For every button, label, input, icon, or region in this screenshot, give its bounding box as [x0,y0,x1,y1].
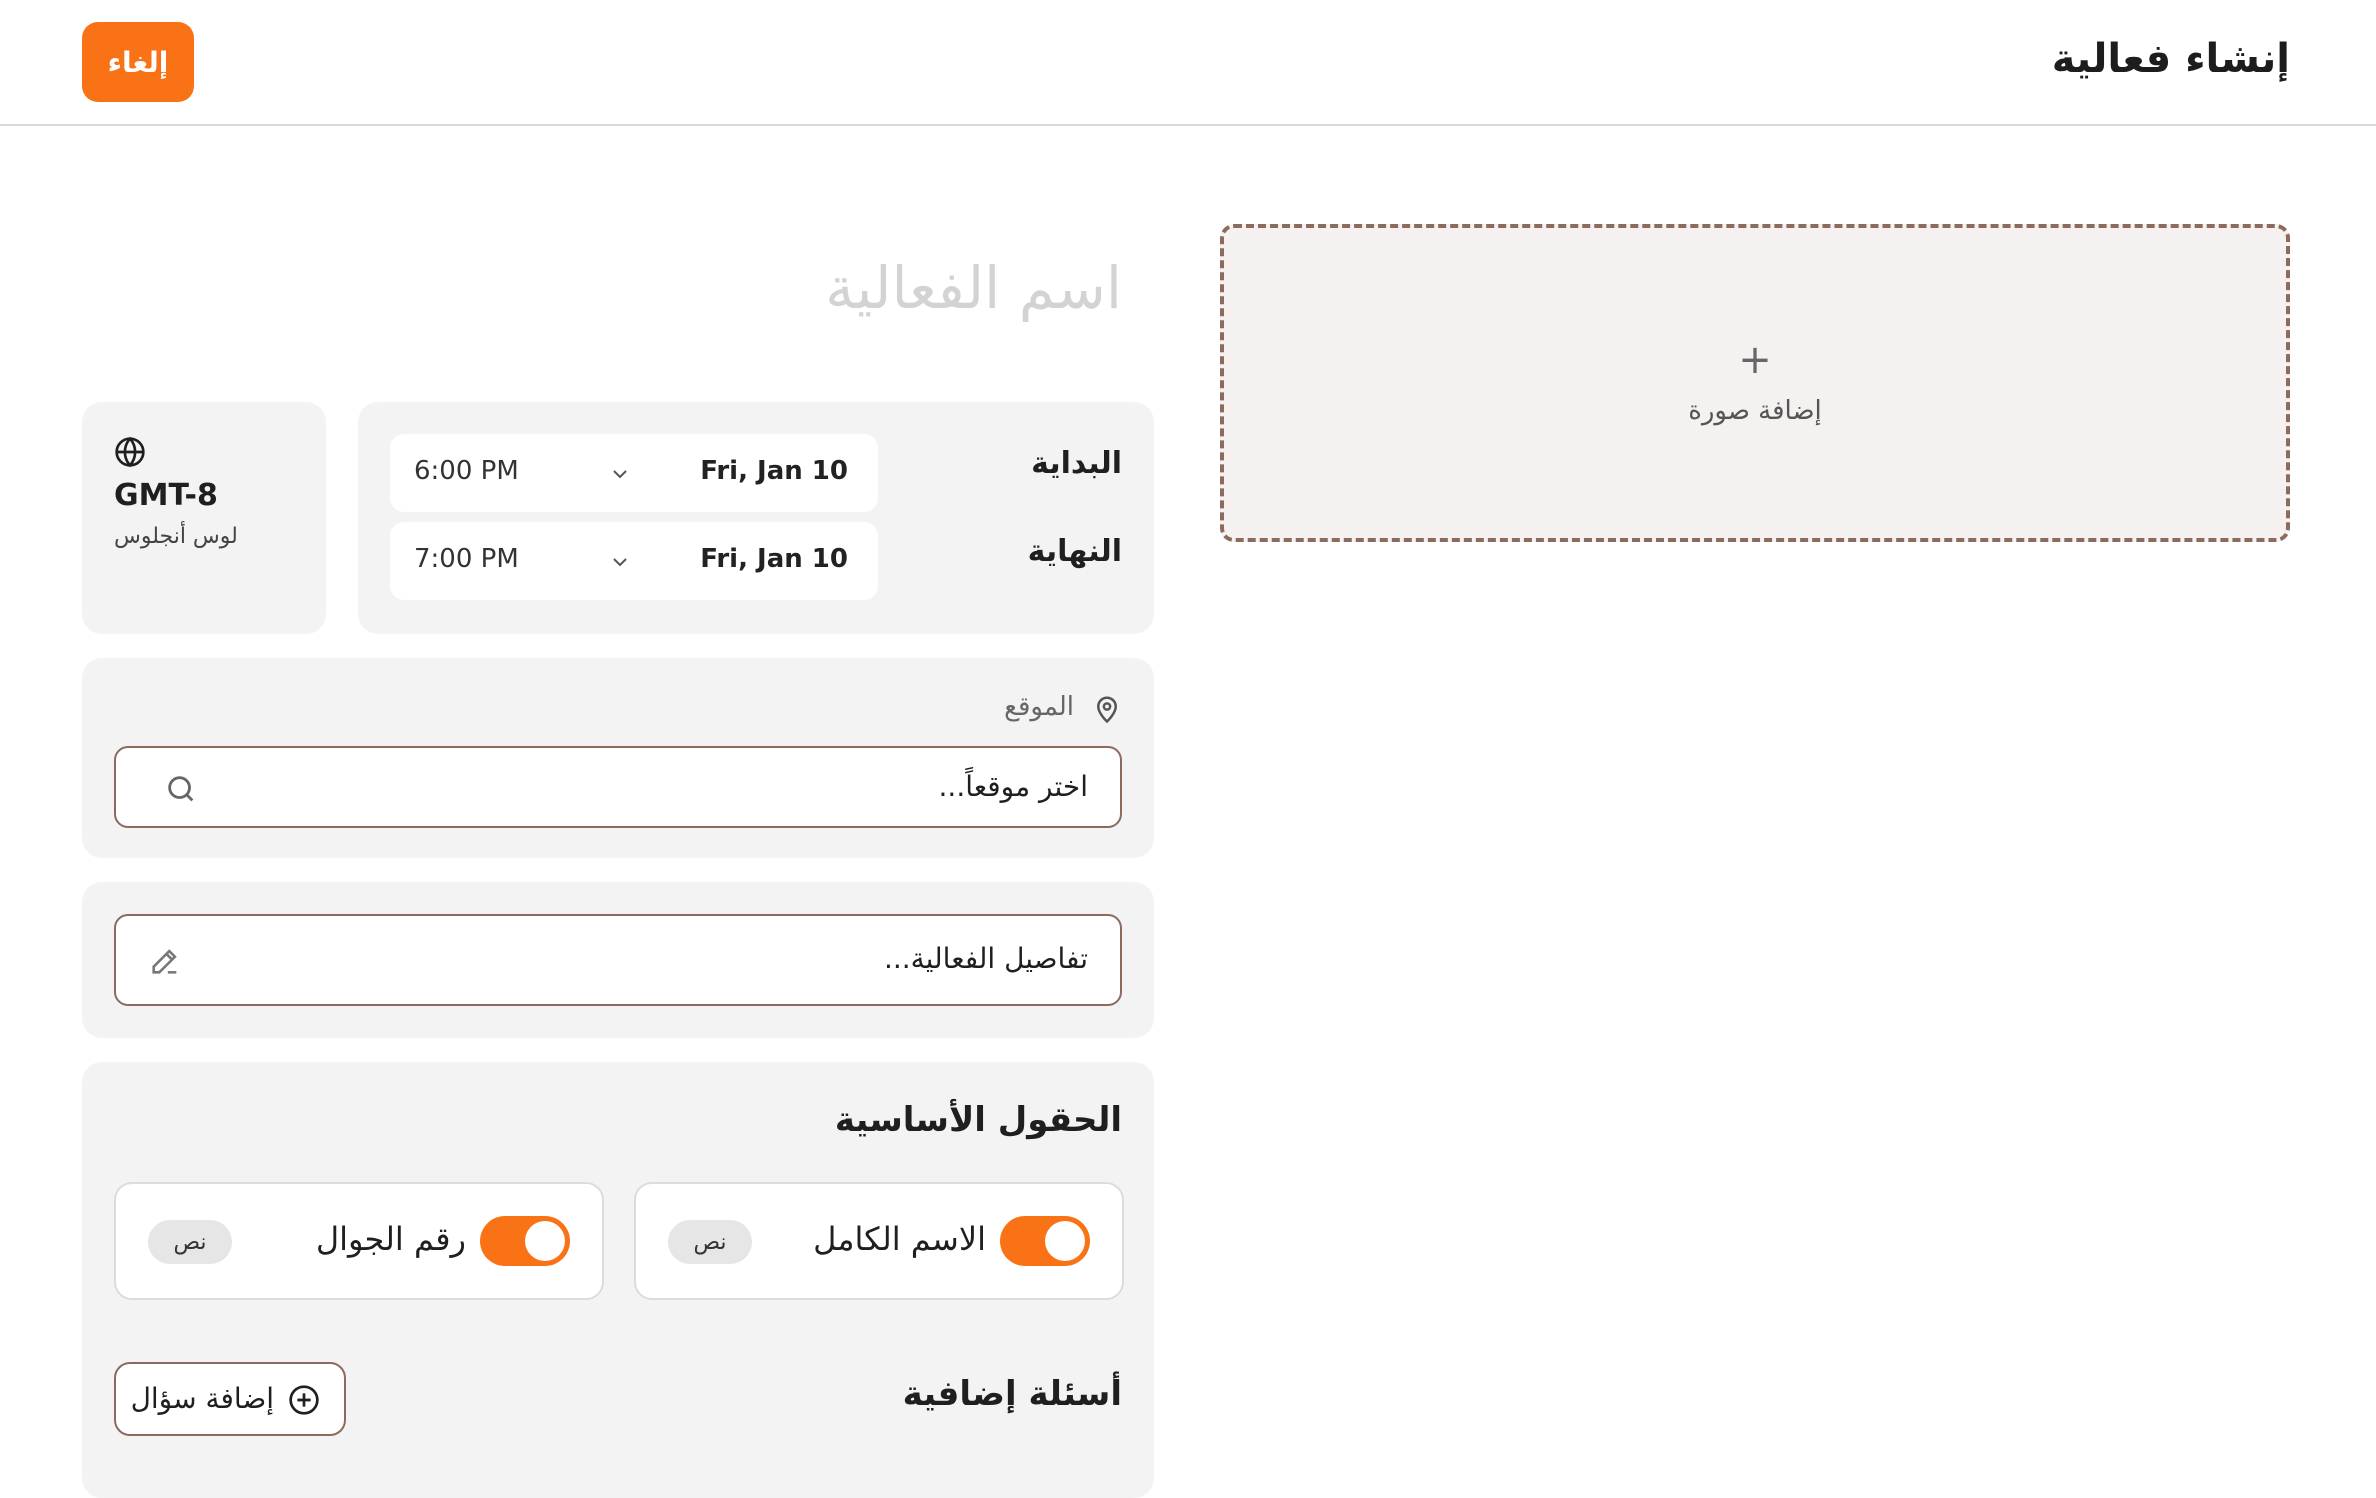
toggle-knob [525,1221,565,1261]
top-bar: إنشاء فعالية إلغاء [0,0,2376,126]
description-card: تفاصيل الفعالية... [82,882,1154,1038]
timezone-selector[interactable]: GMT-8 لوس أنجلوس [82,402,326,634]
end-time[interactable]: 7:00 PM [414,544,519,574]
location-card: الموقع اختر موقعاً... [82,658,1154,858]
cancel-button[interactable]: إلغاء [82,22,194,102]
field-type-badge: نص [148,1220,232,1264]
field-full-name: الاسم الكامل نص [634,1182,1124,1300]
chevron-down-icon[interactable] [608,462,632,486]
add-question-button[interactable]: إضافة سؤال [114,1362,346,1436]
timezone-city: لوس أنجلوس [114,524,238,549]
schedule-card: البداية 6:00 PM Fri, Jan 10 النهاية 7:00… [358,402,1154,634]
timezone-code: GMT-8 [114,478,218,513]
end-datetime-picker[interactable]: 7:00 PM Fri, Jan 10 [390,522,878,600]
location-label: الموقع [1004,692,1074,722]
start-date[interactable]: Fri, Jan 10 [700,456,848,486]
add-image-label: إضافة صورة [1688,396,1822,426]
end-label: النهاية [1027,534,1122,569]
plus-icon: + [1738,337,1772,383]
location-placeholder: اختر موقعاً... [938,770,1088,803]
extra-questions-title: أسئلة إضافية [902,1374,1122,1414]
add-question-label: إضافة سؤال [130,1382,274,1415]
description-input[interactable]: تفاصيل الفعالية... [114,914,1122,1006]
globe-icon [115,436,145,468]
start-datetime-picker[interactable]: 6:00 PM Fri, Jan 10 [390,434,878,512]
end-date[interactable]: Fri, Jan 10 [700,544,848,574]
field-phone-number: رقم الجوال نص [114,1182,604,1300]
description-placeholder: تفاصيل الفعالية... [883,942,1088,975]
phone-number-toggle[interactable] [480,1216,570,1266]
location-search-input[interactable]: اختر موقعاً... [114,746,1122,828]
circle-plus-icon [289,1385,319,1415]
search-icon [168,776,194,802]
full-name-toggle[interactable] [1000,1216,1090,1266]
start-time[interactable]: 6:00 PM [414,456,519,486]
start-label: البداية [1031,446,1122,481]
chevron-down-icon[interactable] [608,550,632,574]
page-title: إنشاء فعالية [2051,36,2290,82]
event-name-input[interactable]: اسم الفعالية [825,254,1122,322]
field-label: الاسم الكامل [813,1220,986,1258]
image-upload-dropzone[interactable]: + إضافة صورة [1220,224,2290,542]
pencil-icon [152,949,177,974]
field-label: رقم الجوال [315,1220,466,1258]
basic-fields-title: الحقول الأساسية [834,1100,1122,1140]
map-pin-icon [1096,696,1118,724]
field-type-badge: نص [668,1220,752,1264]
toggle-knob [1045,1221,1085,1261]
basic-fields-card: الحقول الأساسية الاسم الكامل نص رقم الجو… [82,1062,1154,1498]
